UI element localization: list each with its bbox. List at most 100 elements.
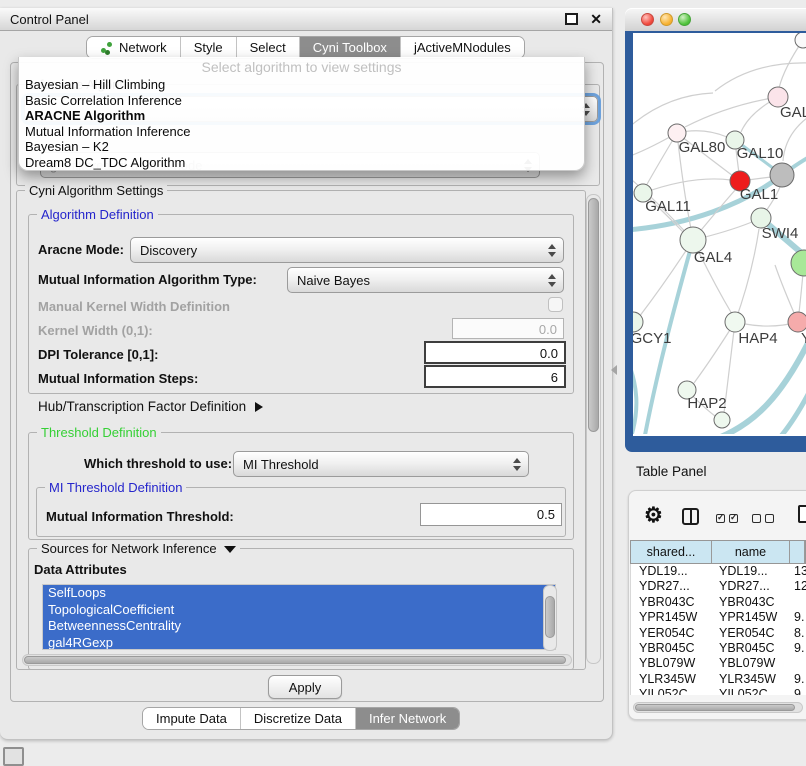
network-window-titlebar[interactable]: [625, 8, 806, 32]
network-node[interactable]: [791, 250, 806, 276]
data-attributes-list[interactable]: SelfLoopsTopologicalCoefficientBetweenne…: [42, 584, 556, 650]
table-cell: YDR27...: [631, 579, 712, 594]
control-panel-title: Control Panel: [10, 12, 89, 27]
network-icon: [100, 41, 113, 54]
file-icon[interactable]: [798, 505, 806, 523]
network-node[interactable]: [714, 412, 730, 428]
column-header[interactable]: name: [712, 541, 790, 563]
attribute-item-gal4rgexp[interactable]: gal4RGexp: [43, 635, 555, 651]
tab-jactivemnodules[interactable]: jActiveMNodules: [401, 37, 524, 58]
close-icon[interactable]: ✕: [590, 12, 602, 26]
columns-icon[interactable]: [682, 508, 699, 525]
table-panel-title: Table Panel: [636, 464, 707, 479]
bottom-tab-discretize-data[interactable]: Discretize Data: [241, 708, 356, 729]
algorithm-option-bayesian-k2[interactable]: Bayesian – K2: [19, 139, 584, 155]
control-panel-titlebar[interactable]: Control Panel ✕: [0, 8, 612, 31]
apply-button[interactable]: Apply: [268, 675, 342, 699]
network-graph: GALGAL80GAL10GAL1GAL11SWI4GAL4GCY1HAP4YH…: [633, 33, 806, 434]
network-node[interactable]: [795, 33, 806, 48]
table-hscrollbar[interactable]: [633, 702, 803, 713]
table-cell: YBL079W: [712, 656, 790, 671]
algorithm-option-bayesian-hill-climbing[interactable]: Bayesian – Hill Climbing: [19, 77, 584, 93]
control-panel-tabs: NetworkStyleSelectCyni ToolboxjActiveMNo…: [86, 36, 525, 59]
sources-legend[interactable]: Sources for Network Inference: [37, 541, 240, 556]
minimize-traffic-light-icon[interactable]: [660, 13, 673, 26]
table-body[interactable]: YDL19...YDL19...13YDR27...YDR27...12YBR0…: [630, 564, 806, 695]
network-node-y[interactable]: [788, 312, 806, 332]
table-row[interactable]: YBR043CYBR043C: [631, 595, 806, 610]
table-row[interactable]: YPR145WYPR145W9.: [631, 610, 806, 625]
mi-threshold-definition-legend: MI Threshold Definition: [45, 480, 186, 495]
network-node-hap4[interactable]: [725, 312, 745, 332]
checked-checkbox-icon[interactable]: [716, 514, 725, 523]
table-row[interactable]: YDR27...YDR27...12: [631, 579, 806, 594]
settings-scrollbar-thumb[interactable]: [588, 198, 599, 432]
table-cell: YBR043C: [712, 595, 790, 610]
unchecked-checkbox-icon[interactable]: [765, 514, 774, 523]
node-label: HAP2: [687, 395, 726, 412]
float-window-icon[interactable]: [565, 13, 578, 25]
table-hscrollbar-thumb[interactable]: [635, 704, 795, 711]
network-node[interactable]: [770, 163, 794, 187]
attributes-scrollbar[interactable]: [543, 585, 557, 651]
which-threshold-value: MI Threshold: [243, 457, 319, 472]
bottom-tab-impute-data[interactable]: Impute Data: [143, 708, 241, 729]
aracne-mode-combo[interactable]: Discovery: [130, 237, 564, 263]
network-node-gcy1[interactable]: [633, 312, 643, 332]
manual-kernel-checkbox[interactable]: [548, 297, 563, 312]
sources-hscrollbar[interactable]: [22, 654, 572, 666]
table-row[interactable]: YDL19...YDL19...13: [631, 564, 806, 579]
network-canvas[interactable]: GALGAL80GAL10GAL1GAL11SWI4GAL4GCY1HAP4YH…: [633, 33, 806, 436]
algorithm-option-mutual-information-inference[interactable]: Mutual Information Inference: [19, 124, 584, 140]
table-row[interactable]: YLR345WYLR345W9.: [631, 672, 806, 687]
checked-checkbox-icon[interactable]: [729, 514, 738, 523]
unchecked-checkbox-icon[interactable]: [752, 514, 761, 523]
hub-definition-toggle[interactable]: Hub/Transcription Factor Definition: [38, 399, 263, 414]
table-cell: YDL19...: [712, 564, 790, 579]
algorithm-option-basic-correlation-inference[interactable]: Basic Correlation Inference: [19, 93, 584, 109]
network-edge: [735, 229, 759, 322]
tab-select[interactable]: Select: [237, 37, 300, 58]
tab-label: Impute Data: [156, 711, 227, 726]
algorithm-option-dream8-dc-tdc-algorithm[interactable]: Dream8 DC_TDC Algorithm: [19, 155, 584, 171]
table-row[interactable]: YBR045CYBR045C9.: [631, 641, 806, 656]
column-header[interactable]: shared...: [631, 541, 712, 563]
manual-kernel-label: Manual Kernel Width Definition: [38, 300, 230, 314]
gear-icon[interactable]: ⚙: [644, 505, 663, 526]
splitter-collapse-arrow[interactable]: [611, 365, 617, 375]
bottom-tab-infer-network[interactable]: Infer Network: [356, 708, 459, 729]
attribute-item-topologicalcoefficient[interactable]: TopologicalCoefficient: [43, 602, 555, 619]
minimized-panel-icon[interactable]: [3, 747, 24, 766]
mi-threshold-field[interactable]: 0.5: [420, 503, 562, 526]
tab-cyni-toolbox[interactable]: Cyni Toolbox: [300, 37, 401, 58]
table-cell: 9.: [790, 687, 806, 695]
table-cell: YER054C: [712, 626, 790, 641]
table-cell: YDR27...: [712, 579, 790, 594]
attributes-scrollbar-thumb[interactable]: [545, 596, 555, 638]
algorithm-option-aracne-algorithm[interactable]: ARACNE Algorithm: [19, 108, 584, 124]
kernel-width-field[interactable]: 0.0: [452, 318, 564, 339]
column-header[interactable]: [790, 541, 805, 563]
bottom-tabs: Impute Data Discretize Data Infer Network: [142, 707, 460, 730]
table-row[interactable]: YIL052CYIL052C9.: [631, 687, 806, 695]
tab-style[interactable]: Style: [181, 37, 237, 58]
settings-scrollbar[interactable]: [586, 194, 601, 664]
mi-steps-field[interactable]: 6: [424, 365, 566, 388]
table-cell: YIL052C: [712, 687, 790, 695]
mi-type-combo[interactable]: Naive Bayes: [287, 267, 564, 293]
table-row[interactable]: YBL079WYBL079W: [631, 656, 806, 671]
network-edge: [715, 63, 806, 91]
sources-hscrollbar-thumb[interactable]: [24, 656, 566, 664]
table-row[interactable]: YER054CYER054C8.: [631, 626, 806, 641]
mi-steps-label: Mutual Information Steps:: [38, 372, 198, 386]
which-threshold-combo[interactable]: MI Threshold: [233, 451, 529, 477]
attribute-item-betweennesscentrality[interactable]: BetweennessCentrality: [43, 618, 555, 635]
dpi-tolerance-field[interactable]: 0.0: [424, 341, 566, 364]
close-traffic-light-icon[interactable]: [641, 13, 654, 26]
node-label: SWI4: [762, 225, 799, 242]
zoom-traffic-light-icon[interactable]: [678, 13, 691, 26]
tab-label: Infer Network: [369, 711, 446, 726]
aracne-mode-value: Discovery: [140, 243, 197, 258]
tab-network[interactable]: Network: [87, 37, 181, 58]
attribute-item-selfloops[interactable]: SelfLoops: [43, 585, 555, 602]
